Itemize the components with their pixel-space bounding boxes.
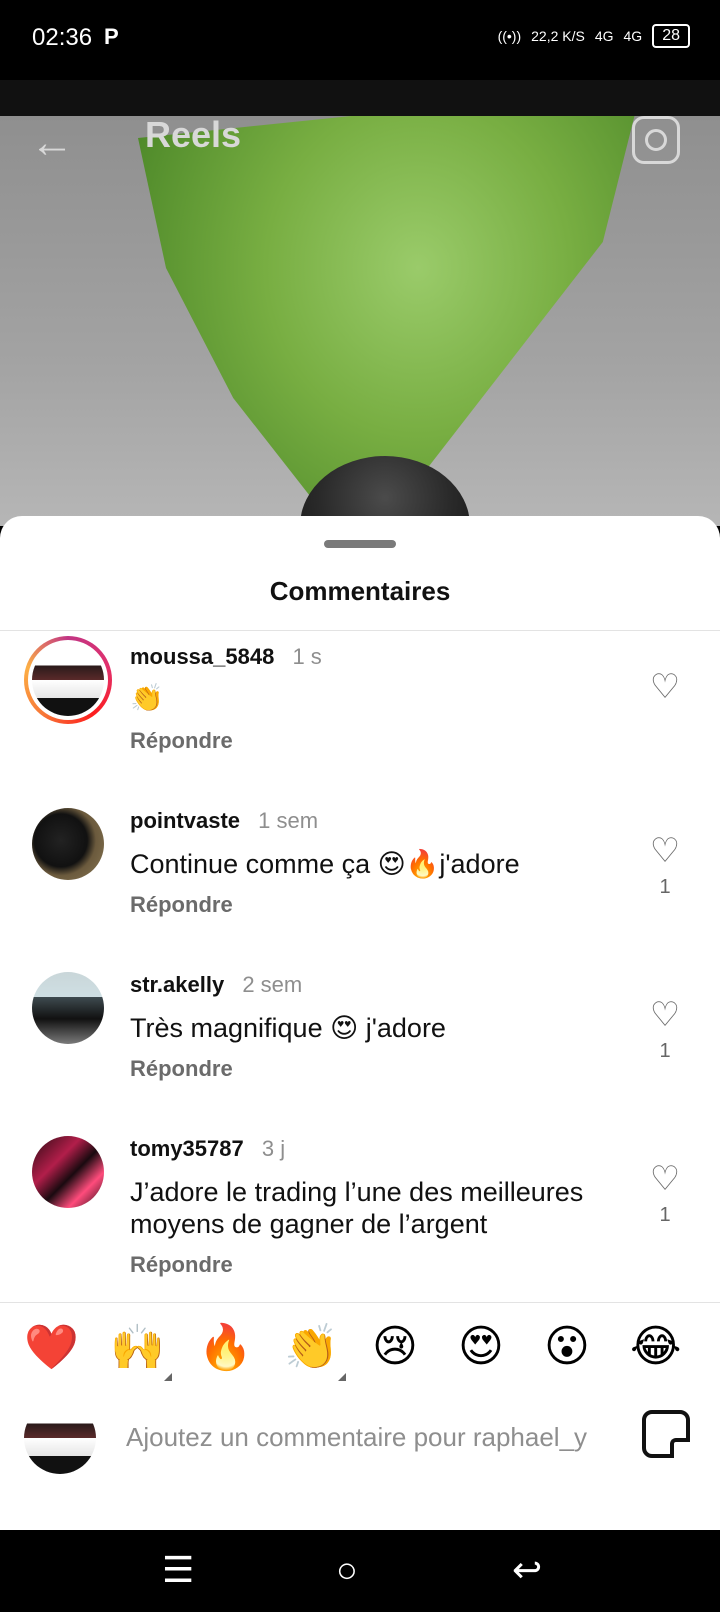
like-count: 1 (659, 876, 671, 898)
heart-icon: ♡ (649, 832, 681, 870)
signal-1: 4G (594, 28, 614, 44)
emoji-clap[interactable]: 👏 (284, 1321, 339, 1373)
comment-text: 👏 (130, 683, 164, 713)
reel-video[interactable] (0, 116, 720, 526)
camera-icon[interactable] (632, 116, 680, 164)
comment-input[interactable] (124, 1418, 618, 1456)
reply-button[interactable]: Répondre (130, 1252, 233, 1278)
avatar[interactable] (32, 972, 104, 1044)
reply-button[interactable]: Répondre (130, 728, 233, 754)
divider (0, 630, 720, 631)
emoji-heart-eyes[interactable]: 😍 (458, 1321, 504, 1372)
comment-composer (0, 1382, 720, 1530)
comment-username[interactable]: pointvaste (130, 808, 240, 833)
avatar[interactable] (32, 808, 104, 880)
notification-p-icon: P (104, 24, 119, 49)
top-strip (0, 80, 720, 116)
emoji-reaction-bar: ❤️ 🙌 🔥 👏 😢 😍 😮 😂 (0, 1302, 720, 1383)
like-button[interactable]: ♡ 1 (648, 834, 682, 899)
emoji-raising-hands[interactable]: 🙌 (110, 1321, 165, 1373)
comment-text: Très magnifique 😍 j'adore (130, 1013, 446, 1043)
emoji-crying[interactable]: 😢 (372, 1321, 418, 1372)
like-button[interactable]: ♡ (648, 670, 682, 704)
avatar-story-ring[interactable] (24, 636, 112, 724)
reply-button[interactable]: Répondre (130, 892, 233, 918)
status-time: 02:36 (32, 24, 93, 51)
comment-username[interactable]: str.akelly (130, 972, 224, 997)
like-count: 1 (659, 1040, 671, 1062)
system-nav-bar: ☰ ○ ↩ (0, 1530, 720, 1612)
my-avatar (24, 1402, 96, 1474)
variant-indicator (164, 1373, 172, 1381)
comment-meta: moussa_5848 1 s (130, 644, 322, 670)
hotspot-icon: ((•)) (497, 28, 522, 44)
heart-icon: ♡ (649, 996, 681, 1034)
emoji-heart[interactable]: ❤️ (24, 1321, 79, 1373)
comment-meta: tomy35787 3 j (130, 1136, 285, 1162)
like-button[interactable]: ♡ 1 (648, 998, 682, 1063)
sticker-icon[interactable] (642, 1410, 690, 1458)
comment-username[interactable]: moussa_5848 (130, 644, 274, 669)
menu-icon[interactable]: ☰ (162, 1550, 194, 1590)
sheet-handle[interactable] (324, 540, 396, 548)
comment-text: J’adore le trading l’une des meilleures … (130, 1177, 584, 1239)
comment-meta: pointvaste 1 sem (130, 808, 318, 834)
comment-text: Continue comme ça 😍🔥j'adore (130, 849, 520, 879)
heart-icon: ♡ (649, 668, 681, 706)
battery-icon: 28 (652, 24, 690, 48)
like-count: 1 (659, 1204, 671, 1226)
emoji-fire[interactable]: 🔥 (198, 1321, 253, 1373)
heart-icon: ♡ (649, 1160, 681, 1198)
arrow-left-icon[interactable]: ← (30, 118, 74, 168)
variant-indicator (338, 1373, 346, 1381)
emoji-laughing[interactable]: 😂 (630, 1321, 681, 1372)
avatar (32, 644, 104, 716)
avatar[interactable] (32, 1136, 104, 1208)
comment-time: 1 s (292, 644, 322, 669)
status-bar: 02:36 P ((•)) 22,2 K/S 4G 4G 28 (0, 0, 720, 80)
emoji-surprised[interactable]: 😮 (544, 1321, 590, 1372)
comment-time: 2 sem (242, 972, 303, 997)
sheet-title: Commentaires (269, 576, 451, 606)
like-button[interactable]: ♡ 1 (648, 1162, 682, 1227)
signal-2: 4G (623, 28, 643, 44)
home-icon[interactable]: ○ (336, 1550, 358, 1590)
comment-time: 1 sem (258, 808, 319, 833)
comment-meta: str.akelly 2 sem (130, 972, 302, 998)
network-speed: 22,2 K/S (531, 28, 585, 44)
reply-button[interactable]: Répondre (130, 1056, 233, 1082)
back-icon[interactable]: ↩ (512, 1550, 542, 1590)
status-right: ((•)) 22,2 K/S 4G 4G 28 (498, 24, 690, 48)
comment-time: 3 j (261, 1136, 286, 1161)
comment-username[interactable]: tomy35787 (130, 1136, 244, 1161)
page-title: Reels (145, 114, 242, 155)
